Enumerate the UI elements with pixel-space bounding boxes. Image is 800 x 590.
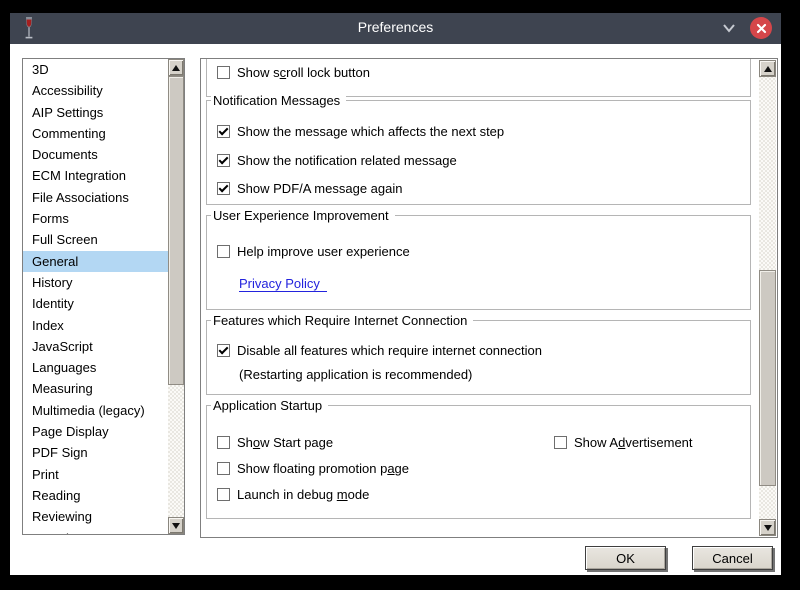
close-x-icon [756, 23, 767, 34]
checkbox-show-notification-related[interactable]: Show the notification related message [217, 153, 457, 168]
checkbox[interactable] [217, 66, 230, 79]
checkbox-show-start-page[interactable]: Show Start page [217, 435, 333, 450]
scrollbar-thumb[interactable] [759, 270, 776, 486]
checkbox-label: Show the message which affects the next … [237, 124, 504, 139]
sidebar-item-index[interactable]: Index [23, 315, 168, 336]
sidebar-item-print[interactable]: Print [23, 464, 168, 485]
checkbox-label: Show floating promotion page [237, 461, 409, 476]
group-title: Features which Require Internet Connecti… [211, 313, 473, 328]
sidebar-item-measuring[interactable]: Measuring [23, 378, 168, 399]
checkbox-help-improve-user-experience[interactable]: Help improve user experience [217, 244, 410, 259]
sidebar-scrollbar[interactable] [168, 59, 184, 534]
checkbox-show-message-next-step[interactable]: Show the message which affects the next … [217, 124, 504, 139]
checkbox[interactable] [217, 462, 230, 475]
checkbox-show-floating-promotion-page[interactable]: Show floating promotion page [217, 461, 409, 476]
restart-recommended-note: (Restarting application is recommended) [239, 367, 472, 382]
chevron-down-icon[interactable] [721, 21, 737, 35]
checkbox[interactable] [217, 245, 230, 258]
sidebar-item-forms[interactable]: Forms [23, 208, 168, 229]
sidebar-item-3d[interactable]: 3D [23, 59, 168, 80]
checkbox[interactable] [217, 154, 230, 167]
checkbox[interactable] [217, 436, 230, 449]
sidebar-item-ecm-integration[interactable]: ECM Integration [23, 165, 168, 186]
sidebar-item-reading[interactable]: Reading [23, 485, 168, 506]
group-user-experience: User Experience Improvement Help improve… [206, 215, 751, 310]
checkbox[interactable] [217, 344, 230, 357]
scroll-down-button[interactable] [759, 519, 776, 536]
sidebar-item-multimedia-legacy-[interactable]: Multimedia (legacy) [23, 400, 168, 421]
close-button[interactable] [750, 17, 772, 39]
preferences-window: Preferences 3DAccessibilityAIP SettingsC… [10, 13, 781, 575]
ok-button[interactable]: OK [585, 546, 666, 570]
sidebar-item-page-display[interactable]: Page Display [23, 421, 168, 442]
checkbox-disable-internet-features[interactable]: Disable all features which require inter… [217, 343, 542, 358]
scroll-down-button[interactable] [168, 517, 184, 534]
checkbox-show-advertisement[interactable]: Show Advertisement [554, 435, 693, 450]
settings-panel: Show scroll lock button Notification Mes… [200, 58, 778, 538]
window-title: Preferences [10, 19, 781, 35]
sidebar-item-general[interactable]: General [23, 251, 168, 272]
sidebar-item-search[interactable]: Search [23, 528, 168, 534]
scroll-up-button[interactable] [168, 59, 184, 76]
group-title: User Experience Improvement [211, 208, 395, 223]
triangle-down-icon [172, 523, 180, 529]
checkbox-label: Launch in debug mode [237, 487, 369, 502]
sidebar-item-commenting[interactable]: Commenting [23, 123, 168, 144]
sidebar-item-javascript[interactable]: JavaScript [23, 336, 168, 357]
checkbox-label: Help improve user experience [237, 244, 410, 259]
sidebar-item-reviewing[interactable]: Reviewing [23, 506, 168, 527]
triangle-up-icon [764, 66, 772, 72]
checkbox-label: Show Advertisement [574, 435, 693, 450]
panel-scrollbar[interactable] [759, 60, 776, 536]
triangle-up-icon [172, 65, 180, 71]
checkbox-label: Show the notification related message [237, 153, 457, 168]
privacy-policy-link[interactable]: Privacy Policy [239, 276, 327, 292]
group-partial-top: Show scroll lock button [206, 59, 751, 97]
checkbox-label: Show PDF/A message again [237, 181, 402, 196]
sidebar-item-pdf-sign[interactable]: PDF Sign [23, 442, 168, 463]
sidebar-item-history[interactable]: History [23, 272, 168, 293]
group-internet-features: Features which Require Internet Connecti… [206, 320, 751, 395]
checkbox-show-pdfa-message[interactable]: Show PDF/A message again [217, 181, 402, 196]
scroll-up-button[interactable] [759, 60, 776, 77]
checkbox-label: Show Start page [237, 435, 333, 450]
sidebar-item-identity[interactable]: Identity [23, 293, 168, 314]
category-listbox: 3DAccessibilityAIP SettingsCommentingDoc… [22, 58, 185, 535]
sidebar-item-file-associations[interactable]: File Associations [23, 187, 168, 208]
checkbox-label: Show scroll lock button [237, 65, 370, 80]
group-title: Notification Messages [211, 93, 346, 108]
checkbox[interactable] [217, 488, 230, 501]
cancel-button[interactable]: Cancel [692, 546, 773, 570]
dialog-body: 3DAccessibilityAIP SettingsCommentingDoc… [10, 44, 781, 575]
sidebar-item-accessibility[interactable]: Accessibility [23, 80, 168, 101]
titlebar[interactable]: Preferences [10, 13, 781, 44]
group-title: Application Startup [211, 398, 328, 413]
group-notification-messages: Notification Messages Show the message w… [206, 100, 751, 205]
triangle-down-icon [764, 525, 772, 531]
scrollbar-thumb[interactable] [168, 76, 184, 385]
sidebar-item-documents[interactable]: Documents [23, 144, 168, 165]
checkbox[interactable] [217, 125, 230, 138]
group-application-startup: Application Startup Show Start page Show… [206, 405, 751, 519]
sidebar-item-aip-settings[interactable]: AIP Settings [23, 102, 168, 123]
checkbox[interactable] [217, 182, 230, 195]
sidebar-list: 3DAccessibilityAIP SettingsCommentingDoc… [23, 59, 168, 534]
checkbox-launch-in-debug-mode[interactable]: Launch in debug mode [217, 487, 369, 502]
sidebar-item-full-screen[interactable]: Full Screen [23, 229, 168, 250]
checkbox[interactable] [554, 436, 567, 449]
checkbox-show-scroll-lock-button[interactable]: Show scroll lock button [217, 65, 370, 80]
sidebar-item-languages[interactable]: Languages [23, 357, 168, 378]
checkbox-label: Disable all features which require inter… [237, 343, 542, 358]
